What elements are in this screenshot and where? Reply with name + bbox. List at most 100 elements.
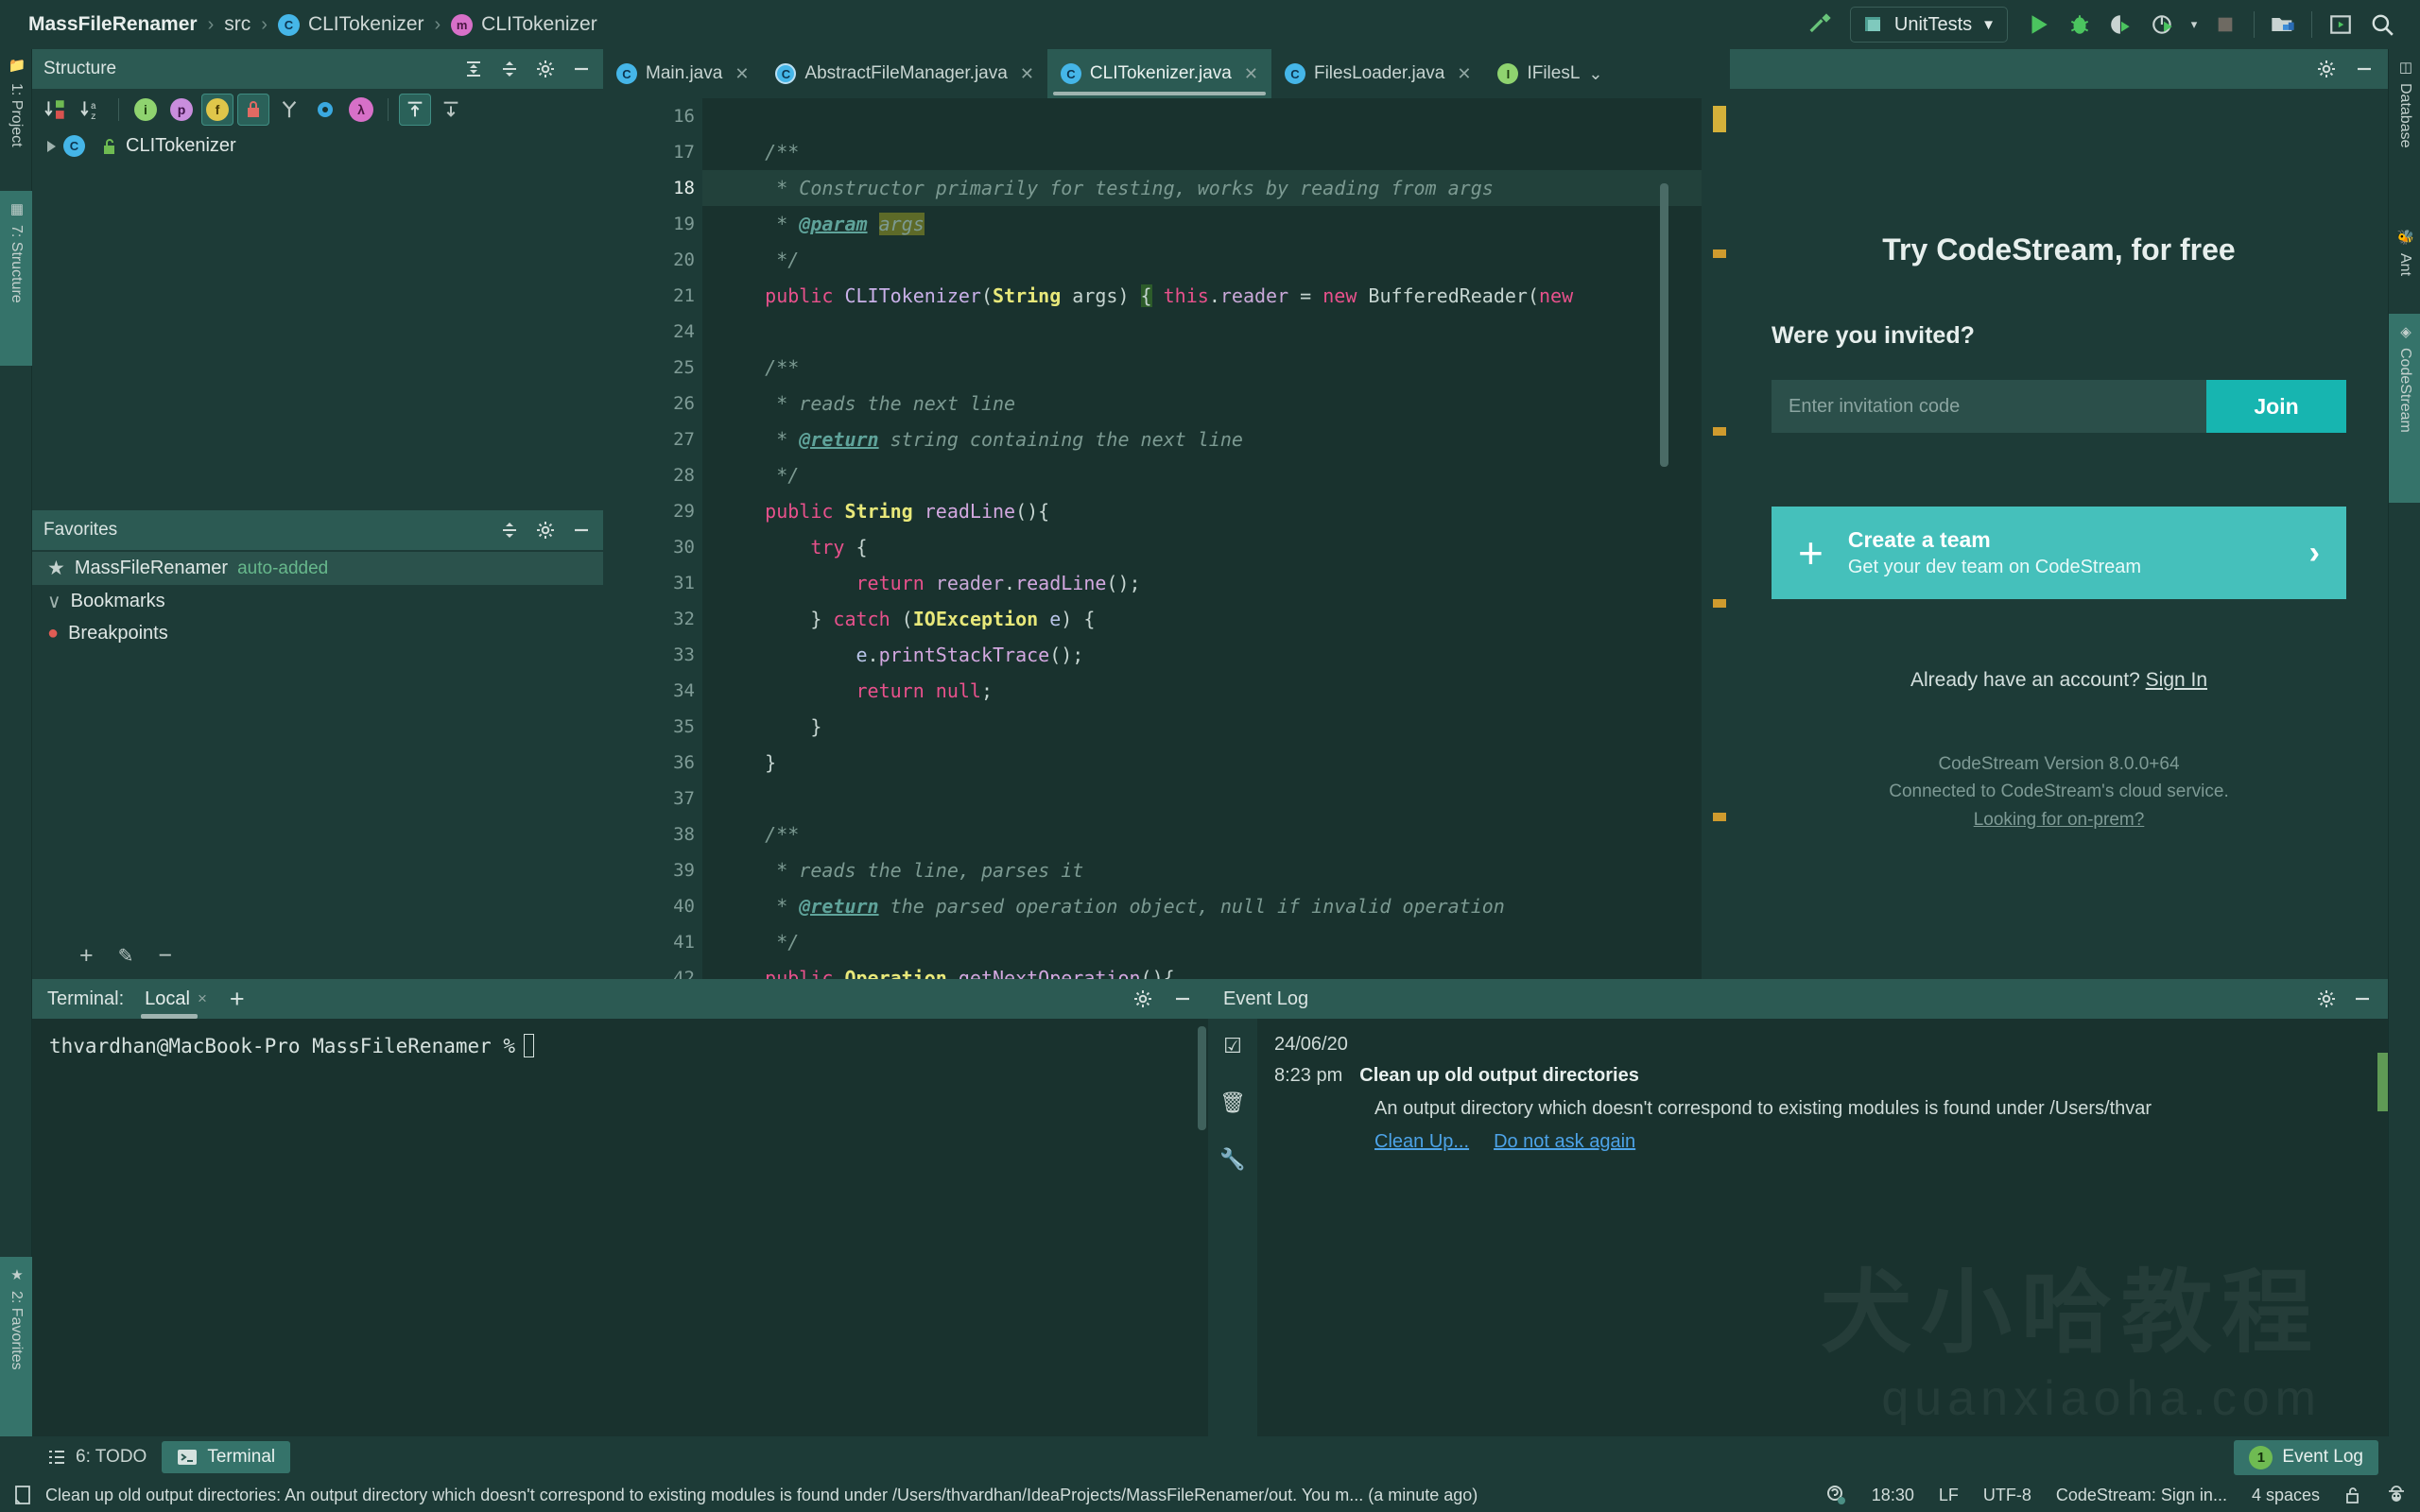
breadcrumb-item-method[interactable]: m CLITokenizer <box>451 13 597 36</box>
warning-marker[interactable] <box>1713 249 1726 258</box>
sidebar-item-favorites[interactable]: ★ 2: Favorites <box>0 1257 32 1436</box>
invitation-code-input[interactable] <box>1772 380 2206 433</box>
close-icon[interactable]: ✕ <box>1457 64 1471 84</box>
tool-window-button-event-log[interactable]: 1 Event Log <box>2234 1439 2378 1475</box>
run-configuration-selector[interactable]: UnitTests ▼ <box>1849 7 2008 43</box>
list-item[interactable]: ● Breakpoints <box>32 618 603 649</box>
hide-icon[interactable] <box>1172 988 1193 1009</box>
indent-status[interactable]: 4 spaces <box>2252 1486 2320 1505</box>
stop-icon[interactable] <box>2204 4 2246 45</box>
sort-alphabetically-icon[interactable]: az <box>76 94 108 126</box>
hide-icon[interactable] <box>571 59 592 79</box>
warning-marker[interactable] <box>1713 813 1726 821</box>
show-inherited-icon[interactable]: i <box>130 94 162 126</box>
show-non-public-icon[interactable] <box>237 94 269 126</box>
sidebar-item-database[interactable]: ◫ Database <box>2389 49 2420 219</box>
terminal-tab-local[interactable]: Local × <box>141 988 213 1019</box>
edit-icon[interactable]: ✎ <box>118 944 134 968</box>
editor-vertical-scrollbar[interactable] <box>1660 183 1668 467</box>
open-preview-icon[interactable] <box>2320 4 2361 45</box>
inspector-hector-icon[interactable] <box>2386 1485 2407 1505</box>
sign-in-link[interactable]: Sign In <box>2146 669 2207 691</box>
close-icon[interactable]: ✕ <box>735 64 749 84</box>
structure-tree-item-clitokenizer[interactable]: C CLITokenizer <box>32 130 603 162</box>
on-prem-link[interactable]: Looking for on-prem? <box>1974 810 2145 830</box>
trash-icon[interactable]: 🗑 <box>1219 1089 1247 1117</box>
tab-abstractfilemanager-java[interactable]: C AbstractFileManager.java ✕ <box>762 49 1046 98</box>
group-methods-icon[interactable] <box>273 94 305 126</box>
breadcrumb-item-class[interactable]: C CLITokenizer <box>277 13 424 36</box>
create-team-button[interactable]: + Create a team Get your dev team on Cod… <box>1772 507 2346 599</box>
show-fields-icon[interactable]: f <box>201 94 233 126</box>
background-tasks-icon[interactable] <box>1824 1484 1847 1506</box>
hide-icon[interactable] <box>2352 988 2373 1009</box>
tab-main-java[interactable]: C Main.java ✕ <box>603 49 762 98</box>
add-icon[interactable]: + <box>79 942 94 970</box>
join-button[interactable]: Join <box>2206 380 2346 433</box>
profiler-icon[interactable] <box>2142 4 2184 45</box>
scroll-to-source-icon[interactable] <box>435 94 467 126</box>
event-log-scrollbar[interactable] <box>2377 1053 2388 1111</box>
editor-marker-column[interactable] <box>1702 98 1730 979</box>
search-everywhere-icon[interactable] <box>2361 4 2403 45</box>
show-anonymous-icon[interactable] <box>309 94 341 126</box>
codestream-status[interactable]: CodeStream: Sign in... <box>2056 1486 2227 1505</box>
scroll-from-source-icon[interactable] <box>399 94 431 126</box>
show-properties-icon[interactable]: p <box>165 94 198 126</box>
chevron-right-icon[interactable] <box>47 140 56 152</box>
clean-up-link[interactable]: Clean Up... <box>1374 1131 1469 1153</box>
warning-marker[interactable] <box>1713 427 1726 436</box>
tab-filesloader-java[interactable]: C FilesLoader.java ✕ <box>1271 49 1484 98</box>
close-icon[interactable]: ✕ <box>1244 64 1258 84</box>
mark-read-icon[interactable]: ☑ <box>1219 1032 1247 1060</box>
list-item[interactable]: ★ MassFileRenamer auto-added <box>32 552 603 585</box>
lock-icon[interactable] <box>2344 1486 2361 1504</box>
gear-icon[interactable] <box>535 59 556 79</box>
breadcrumb-item-src[interactable]: src <box>224 13 251 36</box>
list-item[interactable]: ∨ Bookmarks <box>32 585 603 618</box>
terminal-body[interactable]: thvardhan@MacBook-Pro MassFileRenamer % <box>32 1019 1208 1073</box>
close-icon[interactable]: × <box>198 989 207 1008</box>
warning-marker[interactable] <box>1713 599 1726 608</box>
tool-window-button-todo[interactable]: 6: TODO <box>32 1441 162 1473</box>
debug-bug-icon[interactable] <box>2059 4 2100 45</box>
code-editor[interactable]: 16 17 18 19 20 21 24 25 26 27 28 29 30 3… <box>603 98 1730 979</box>
gear-icon[interactable] <box>2316 59 2337 79</box>
sort-by-visibility-icon[interactable] <box>40 94 72 126</box>
do-not-ask-again-link[interactable]: Do not ask again <box>1494 1131 1635 1153</box>
gear-icon[interactable] <box>535 520 556 541</box>
status-message[interactable]: Clean up old output directories: An outp… <box>45 1486 1478 1505</box>
remove-icon[interactable]: − <box>158 942 172 970</box>
clock-status[interactable]: 18:30 <box>1872 1486 1914 1505</box>
sidebar-item-ant[interactable]: 🐝 Ant <box>2389 219 2420 314</box>
show-lambdas-icon[interactable]: λ <box>345 94 377 126</box>
encoding-status[interactable]: UTF-8 <box>1983 1486 2031 1505</box>
hammer-icon[interactable] <box>1799 4 1841 45</box>
run-with-coverage-icon[interactable] <box>2100 4 2142 45</box>
collapse-all-icon[interactable] <box>499 520 520 541</box>
expand-all-icon[interactable] <box>463 59 484 79</box>
hide-icon[interactable] <box>571 520 592 541</box>
terminal-scrollbar[interactable] <box>1198 1026 1206 1130</box>
sidebar-item-codestream[interactable]: ◈ CodeStream <box>2389 314 2420 503</box>
settings-wrench-icon[interactable]: 🔧 <box>1219 1145 1247 1174</box>
chevron-down-icon[interactable]: ⌄ <box>1588 64 1602 84</box>
code-text-area[interactable]: /** * Constructor primarily for testing,… <box>702 98 1702 979</box>
sidebar-item-structure[interactable]: ▦ 7: Structure <box>0 191 32 366</box>
close-icon[interactable]: ✕ <box>1020 64 1034 84</box>
collapse-all-icon[interactable] <box>499 59 520 79</box>
hide-icon[interactable] <box>2354 59 2375 79</box>
add-terminal-icon[interactable]: + <box>230 986 245 1012</box>
breadcrumb-item-project[interactable]: MassFileRenamer <box>28 13 198 36</box>
tab-clitokenizer-java[interactable]: C CLITokenizer.java ✕ <box>1046 49 1271 98</box>
run-play-icon[interactable] <box>2017 4 2059 45</box>
tool-window-button-terminal[interactable]: Terminal <box>162 1441 291 1473</box>
notification-icon[interactable] <box>13 1485 32 1505</box>
line-separator-status[interactable]: LF <box>1939 1486 1959 1505</box>
tab-ifilesl[interactable]: I IFilesL ⌄ <box>1484 49 1616 98</box>
gear-icon[interactable] <box>1132 988 1153 1009</box>
warning-marker[interactable] <box>1713 106 1726 132</box>
profiler-chevron-down-icon[interactable]: ▾ <box>2184 4 2204 45</box>
gear-icon[interactable] <box>2316 988 2337 1009</box>
editor-gutter[interactable]: 16 17 18 19 20 21 24 25 26 27 28 29 30 3… <box>603 98 702 979</box>
